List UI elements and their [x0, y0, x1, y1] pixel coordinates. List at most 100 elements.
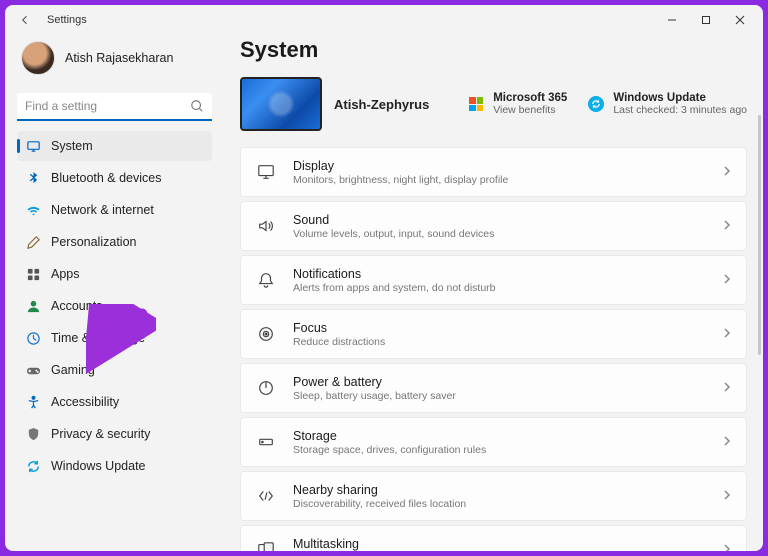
notifications-icon — [255, 269, 277, 291]
sidebar-item-personalization[interactable]: Personalization — [17, 227, 212, 257]
device-name: Atish-Zephyrus — [334, 97, 429, 112]
row-sound[interactable]: SoundVolume levels, output, input, sound… — [240, 201, 747, 251]
system-icon — [25, 138, 41, 154]
sidebar-item-label: Privacy & security — [51, 427, 150, 441]
row-power[interactable]: Power & batterySleep, battery usage, bat… — [240, 363, 747, 413]
back-button[interactable] — [11, 6, 39, 34]
sidebar-item-update[interactable]: Windows Update — [17, 451, 212, 481]
avatar — [21, 41, 55, 75]
row-notifications[interactable]: NotificationsAlerts from apps and system… — [240, 255, 747, 305]
search-input[interactable] — [17, 93, 212, 121]
row-title: Nearby sharing — [293, 483, 722, 497]
chevron-right-icon — [722, 433, 732, 451]
row-title: Focus — [293, 321, 722, 335]
multitasking-icon — [255, 539, 277, 551]
row-title: Storage — [293, 429, 722, 443]
sidebar-item-label: Apps — [51, 267, 80, 281]
sidebar-item-label: Windows Update — [51, 459, 146, 473]
app-title: Settings — [47, 14, 87, 26]
row-sub: Monitors, brightness, night light, displ… — [293, 174, 722, 186]
chevron-right-icon — [722, 325, 732, 343]
network-icon — [25, 202, 41, 218]
time-icon — [25, 330, 41, 346]
row-storage[interactable]: StorageStorage space, drives, configurat… — [240, 417, 747, 467]
row-display[interactable]: DisplayMonitors, brightness, night light… — [240, 147, 747, 197]
row-focus[interactable]: FocusReduce distractions — [240, 309, 747, 359]
scrollbar-thumb[interactable] — [758, 115, 761, 355]
display-icon — [255, 161, 277, 183]
row-multitasking[interactable]: MultitaskingSnap windows, desktops, task… — [240, 525, 747, 551]
ms365-title: Microsoft 365 — [493, 92, 567, 104]
sidebar-item-label: Network & internet — [51, 203, 154, 217]
sidebar-item-label: Accounts — [51, 299, 102, 313]
row-nearby[interactable]: Nearby sharingDiscoverability, received … — [240, 471, 747, 521]
accounts-icon — [25, 298, 41, 314]
sidebar-item-accounts[interactable]: Accounts — [17, 291, 212, 321]
sidebar-item-label: Accessibility — [51, 395, 119, 409]
minimize-button[interactable] — [655, 6, 689, 34]
scrollbar[interactable] — [758, 115, 761, 551]
storage-icon — [255, 431, 277, 453]
privacy-icon — [25, 426, 41, 442]
sidebar-item-label: Time & language — [51, 331, 145, 345]
update-icon — [25, 458, 41, 474]
row-title: Power & battery — [293, 375, 722, 389]
sidebar-item-label: System — [51, 139, 93, 153]
row-title: Sound — [293, 213, 722, 227]
sidebar-item-system[interactable]: System — [17, 131, 212, 161]
settings-rows: DisplayMonitors, brightness, night light… — [240, 147, 747, 551]
search-box[interactable] — [17, 93, 212, 121]
maximize-icon — [701, 15, 711, 25]
chevron-right-icon — [722, 271, 732, 289]
sidebar-item-accessibility[interactable]: Accessibility — [17, 387, 212, 417]
sidebar-item-label: Bluetooth & devices — [51, 171, 162, 185]
personalization-icon — [25, 234, 41, 250]
row-sub: Discoverability, received files location — [293, 498, 722, 510]
nav-list: System Bluetooth & devices Network & inter… — [17, 131, 212, 481]
focus-icon — [255, 323, 277, 345]
ms365-sub: View benefits — [493, 104, 567, 116]
page-title: System — [240, 37, 747, 63]
bluetooth-icon — [25, 170, 41, 186]
update-icon — [587, 95, 605, 113]
sidebar-item-privacy[interactable]: Privacy & security — [17, 419, 212, 449]
sidebar: Atish Rajasekharan System Bluetooth & dev… — [5, 35, 220, 551]
row-title: Multitasking — [293, 537, 722, 551]
chevron-right-icon — [722, 541, 732, 551]
close-icon — [735, 15, 745, 25]
row-sub: Storage space, drives, configuration rul… — [293, 444, 722, 456]
chevron-right-icon — [722, 379, 732, 397]
close-button[interactable] — [723, 6, 757, 34]
sidebar-item-gaming[interactable]: Gaming — [17, 355, 212, 385]
sidebar-item-bluetooth[interactable]: Bluetooth & devices — [17, 163, 212, 193]
ms365-link[interactable]: Microsoft 365 View benefits — [467, 92, 567, 116]
sidebar-item-label: Personalization — [51, 235, 136, 249]
row-sub: Alerts from apps and system, do not dist… — [293, 282, 722, 294]
device-thumbnail[interactable] — [240, 77, 322, 131]
profile-name: Atish Rajasekharan — [65, 51, 173, 65]
windows-update-link[interactable]: Windows Update Last checked: 3 minutes a… — [587, 92, 747, 116]
row-sub: Reduce distractions — [293, 336, 722, 348]
microsoft-icon — [467, 95, 485, 113]
row-sub: Sleep, battery usage, battery saver — [293, 390, 722, 402]
sidebar-item-network[interactable]: Network & internet — [17, 195, 212, 225]
minimize-icon — [667, 15, 677, 25]
accessibility-icon — [25, 394, 41, 410]
gaming-icon — [25, 362, 41, 378]
row-title: Notifications — [293, 267, 722, 281]
sound-icon — [255, 215, 277, 237]
chevron-right-icon — [722, 487, 732, 505]
update-title: Windows Update — [613, 92, 747, 104]
sidebar-item-label: Gaming — [51, 363, 95, 377]
nearby-icon — [255, 485, 277, 507]
main-panel: System Atish-Zephyrus Microsoft 365 View… — [220, 35, 763, 551]
row-title: Display — [293, 159, 722, 173]
sidebar-item-apps[interactable]: Apps — [17, 259, 212, 289]
update-sub: Last checked: 3 minutes ago — [613, 104, 747, 116]
profile-block[interactable]: Atish Rajasekharan — [17, 35, 212, 87]
titlebar: Settings — [5, 5, 763, 35]
maximize-button[interactable] — [689, 6, 723, 34]
sidebar-item-time[interactable]: Time & language — [17, 323, 212, 353]
chevron-right-icon — [722, 163, 732, 181]
search-icon — [190, 99, 204, 118]
